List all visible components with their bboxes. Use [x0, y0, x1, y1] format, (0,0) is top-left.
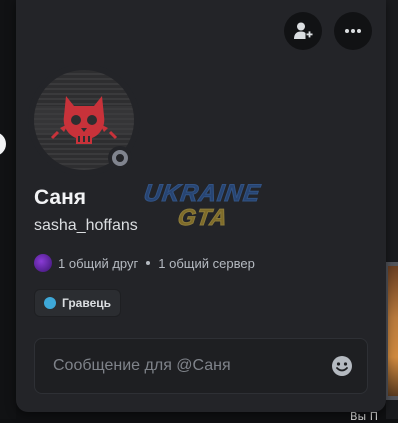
emoji-smile-icon[interactable] — [331, 355, 353, 377]
message-input-container — [34, 338, 368, 394]
more-options-button[interactable] — [334, 12, 372, 50]
mutual-servers-link[interactable]: 1 общий сервер — [158, 256, 255, 271]
mutual-friends-link[interactable]: 1 общий друг — [58, 256, 138, 271]
background-element — [0, 132, 6, 156]
user-profile-popout: Саня sasha_hoffans UKRAINE GTA 1 общий д… — [16, 0, 386, 412]
separator-dot — [146, 261, 151, 265]
watermark-line-2: GTA — [176, 204, 230, 231]
more-dots-icon — [345, 29, 361, 33]
role-color-dot — [44, 297, 56, 309]
ukraine-gta-watermark-logo: UKRAINE GTA — [142, 180, 264, 240]
message-input[interactable] — [35, 339, 331, 393]
role-badge[interactable]: Гравець — [34, 289, 121, 317]
background-left-panel — [0, 0, 16, 419]
offline-status-icon — [112, 150, 128, 166]
mutual-friend-avatar — [34, 254, 52, 272]
username: sasha_hoffans — [34, 217, 138, 234]
add-friend-button[interactable] — [284, 12, 322, 50]
display-name: Саня — [34, 186, 87, 209]
mutual-info: 1 общий друг 1 общий сервер — [34, 253, 255, 273]
role-label: Гравець — [62, 296, 111, 310]
add-friend-icon — [294, 22, 313, 39]
background-right-panel — [370, 0, 398, 419]
background-photo — [388, 266, 398, 396]
